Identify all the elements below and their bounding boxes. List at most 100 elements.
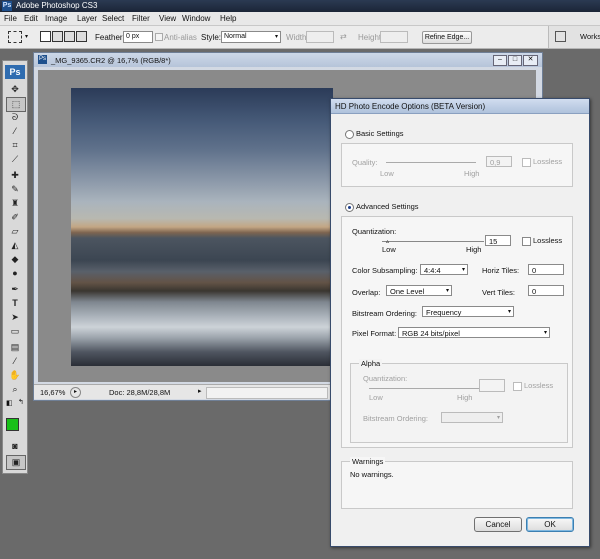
quantization-input[interactable]: 15: [485, 235, 511, 246]
quality-slider[interactable]: [386, 162, 476, 163]
screen-mode-icon[interactable]: ▣: [6, 455, 26, 470]
refine-edge-button[interactable]: Refine Edge...: [422, 31, 472, 44]
quick-mask-icon[interactable]: ◙: [6, 440, 24, 453]
status-menu-icon[interactable]: ▸: [70, 387, 81, 398]
doc-size-info: Doc: 28,8M/28,8M: [109, 388, 171, 397]
alpha-lossless-checkbox[interactable]: [513, 382, 522, 391]
menu-image[interactable]: Image: [45, 14, 67, 23]
color-subsampling-select[interactable]: 4:4:4 ▾: [420, 264, 468, 275]
status-arrow-icon[interactable]: ▸: [198, 387, 202, 395]
pixel-format-select[interactable]: RGB 24 bits/pixel ▾: [398, 327, 550, 338]
paint-bucket-tool-icon[interactable]: ◭: [6, 239, 24, 252]
slice-tool-icon[interactable]: ⟋: [6, 153, 24, 166]
swap-colors-icon[interactable]: ↰: [18, 398, 24, 406]
width-input[interactable]: [306, 31, 334, 43]
menu-select[interactable]: Select: [102, 14, 124, 23]
minimize-button[interactable]: –: [493, 55, 507, 66]
advanced-settings-radio[interactable]: [345, 203, 354, 212]
path-selection-tool-icon[interactable]: ➤: [6, 311, 24, 324]
pen-tool-icon[interactable]: ✒: [6, 283, 24, 296]
crop-tool-icon[interactable]: ⌗: [6, 139, 24, 152]
menu-help[interactable]: Help: [220, 14, 236, 23]
zoom-level[interactable]: 16,67%: [40, 388, 65, 397]
quality-input[interactable]: 0,9: [486, 156, 512, 167]
advanced-lossless-checkbox[interactable]: [522, 237, 531, 246]
basic-lossless-label: Lossless: [533, 157, 563, 166]
eraser-tool-icon[interactable]: ▱: [6, 225, 24, 238]
height-input[interactable]: [380, 31, 408, 43]
alpha-quantization-slider[interactable]: [369, 388, 479, 389]
swap-icon[interactable]: ⇄: [340, 32, 347, 41]
chevron-down-icon: ▾: [461, 267, 465, 273]
default-colors-icon[interactable]: ◧: [6, 399, 13, 407]
magic-wand-tool-icon[interactable]: ⁄: [6, 125, 24, 138]
options-bar: ▾ Feather: 0 px Anti-alias Style: Normal…: [0, 26, 600, 49]
bitstream-ordering-value: Frequency: [426, 308, 462, 317]
marquee-tool-icon[interactable]: ⬚: [6, 97, 26, 112]
basic-settings-group: Quality: Low High 0,9 Lossless: [341, 143, 573, 187]
chevron-down-icon: ▾: [445, 288, 449, 294]
blur-tool-icon[interactable]: ◆: [6, 253, 24, 266]
vert-tiles-label: Vert Tiles:: [482, 288, 515, 297]
alpha-label: Alpha: [359, 359, 383, 368]
style-value: Normal: [224, 33, 247, 40]
document-title: _MG_9365.CR2 @ 16,7% (RGB/8*): [51, 56, 171, 65]
advanced-settings-group: Quantization: ▵ Low High 15 Lossless Col…: [341, 216, 573, 448]
new-selection-icon[interactable]: [40, 31, 51, 42]
alpha-bitstream-select[interactable]: ▾: [441, 412, 503, 423]
horizontal-scrollbar[interactable]: [206, 387, 328, 399]
feather-input[interactable]: 0 px: [123, 31, 153, 43]
eyedropper-tool-icon[interactable]: ⁄: [6, 355, 24, 368]
horiz-tiles-input[interactable]: 0: [528, 264, 564, 275]
rectangle-shape-tool-icon[interactable]: ▭: [6, 325, 24, 338]
rect-marquee-icon[interactable]: [8, 31, 22, 43]
dodge-tool-icon[interactable]: ●: [6, 267, 24, 280]
subtract-selection-icon[interactable]: [64, 31, 75, 42]
history-brush-tool-icon[interactable]: ✐: [6, 211, 24, 224]
menu-window[interactable]: Window: [182, 14, 210, 23]
anti-alias-checkbox[interactable]: [155, 33, 163, 41]
overlap-select[interactable]: One Level ▾: [386, 285, 452, 296]
menu-file[interactable]: File: [4, 14, 17, 23]
quantization-slider-thumb[interactable]: ▵: [386, 238, 389, 245]
quality-high-label: High: [464, 169, 480, 178]
workspace-label: Workspace: [580, 32, 600, 41]
healing-brush-tool-icon[interactable]: ✚: [6, 169, 24, 182]
alpha-high-label: High: [457, 393, 473, 402]
bitstream-ordering-select[interactable]: Frequency ▾: [422, 306, 514, 317]
move-tool-icon[interactable]: ✥: [6, 83, 24, 96]
menu-view[interactable]: View: [159, 14, 176, 23]
foreground-color-swatch[interactable]: [6, 418, 19, 431]
basic-settings-radio[interactable]: [345, 130, 354, 139]
menu-layer[interactable]: Layer: [77, 14, 97, 23]
close-button[interactable]: ✕: [523, 55, 538, 66]
quantization-slider[interactable]: [382, 241, 484, 242]
workspace-button[interactable]: Workspace: [548, 26, 600, 48]
menu-edit[interactable]: Edit: [24, 14, 38, 23]
intersect-selection-icon[interactable]: [76, 31, 87, 42]
zoom-tool-icon[interactable]: ⌕: [6, 383, 24, 396]
brush-tool-icon[interactable]: ✎: [6, 183, 24, 196]
advanced-lossless-label: Lossless: [533, 236, 563, 245]
cancel-button[interactable]: Cancel: [474, 517, 522, 532]
basic-lossless-checkbox[interactable]: [522, 158, 531, 167]
clone-stamp-tool-icon[interactable]: ♜: [6, 197, 24, 210]
dialog-title: HD Photo Encode Options (BETA Version): [335, 102, 486, 111]
maximize-button[interactable]: □: [508, 55, 522, 66]
vert-tiles-input[interactable]: 0: [528, 285, 564, 296]
photo-canvas[interactable]: [71, 88, 333, 366]
color-subsampling-value: 4:4:4: [424, 266, 441, 275]
add-selection-icon[interactable]: [52, 31, 63, 42]
hand-tool-icon[interactable]: ✋: [6, 369, 24, 382]
lasso-tool-icon[interactable]: ᘐ: [6, 111, 24, 124]
menu-filter[interactable]: Filter: [132, 14, 150, 23]
notes-tool-icon[interactable]: ▤: [6, 341, 24, 354]
bitstream-ordering-label: Bitstream Ordering:: [352, 309, 418, 318]
chevron-down-icon[interactable]: ▾: [25, 33, 28, 40]
alpha-quantization-input[interactable]: [479, 379, 505, 392]
alpha-lossless-label: Lossless: [524, 381, 554, 390]
ok-button[interactable]: OK: [526, 517, 574, 532]
overlap-label: Overlap:: [352, 288, 381, 297]
type-tool-icon[interactable]: T: [6, 297, 24, 310]
style-select[interactable]: Normal ▾: [221, 31, 281, 43]
